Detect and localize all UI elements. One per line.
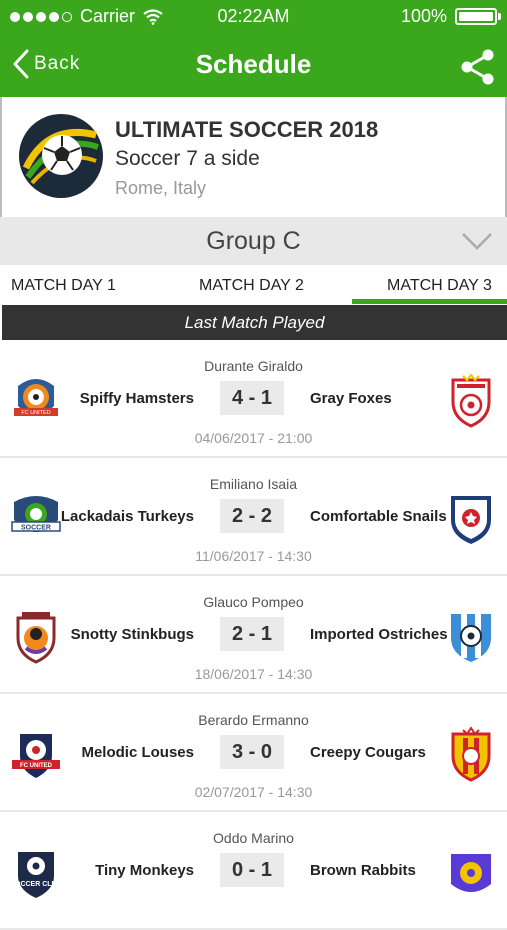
page-title: Schedule	[195, 49, 312, 79]
home-team-crest: SOCCER CLUB	[10, 852, 62, 898]
match-datetime: 18/06/2017 - 14:30	[194, 666, 313, 682]
match-day-tabs: MATCH DAY 1 MATCH DAY 2 MATCH DAY 3	[0, 265, 507, 305]
group-label: Group C	[206, 227, 301, 255]
referee-name: Berardo Ermanno	[198, 712, 309, 728]
crest-text: FC UNITED	[20, 763, 53, 769]
match-datetime: 11/06/2017 - 14:30	[195, 548, 312, 564]
match-row[interactable]: Glauco Pompeo Snotty Stinkbugs 2 - 1 Imp…	[0, 576, 507, 694]
tab-match-day-3[interactable]: MATCH DAY 3	[387, 277, 492, 295]
away-team-crest	[451, 854, 491, 892]
home-team-crest: FC UNITED	[14, 379, 58, 416]
home-team-crest: FC UNITED	[12, 734, 60, 778]
referee-name: Oddo Marino	[213, 830, 294, 846]
referee-name: Durante Giraldo	[204, 358, 303, 374]
match-row[interactable]: Emiliano Isaia SOCCER Lackadais Turkeys …	[0, 458, 507, 576]
crest-text: FC UNITED	[21, 410, 50, 416]
referee-name: Glauco Pompeo	[203, 594, 304, 610]
tab-match-day-1[interactable]: MATCH DAY 1	[11, 277, 116, 295]
away-team-name: Brown Rabbits	[310, 862, 416, 879]
match-score: 3 - 0	[220, 735, 284, 769]
away-team-name: Creepy Cougars	[310, 744, 426, 761]
battery-percent: 100%	[400, 6, 447, 26]
chevron-down-icon	[462, 233, 492, 250]
home-team-name: Snotty Stinkbugs	[70, 626, 194, 643]
home-team-name: Melodic Louses	[81, 744, 194, 761]
battery-icon	[455, 8, 501, 25]
tournament-name: ULTIMATE SOCCER 2018	[115, 117, 379, 142]
referee-name: Emiliano Isaia	[209, 476, 298, 492]
match-list: Durante Giraldo FC UNITED Spiffy Hamster…	[0, 340, 507, 930]
top-bar: Carrier 02:22AM 100% Back Schedule	[0, 0, 507, 97]
home-team-name: Tiny Monkeys	[95, 862, 194, 879]
away-team-name: Gray Foxes	[310, 390, 392, 407]
home-team-crest	[16, 612, 56, 664]
status-bar: Carrier 02:22AM 100%	[0, 0, 507, 34]
crest-text: SOCCER CLUB	[10, 881, 61, 888]
crest-text: SOCCER	[21, 525, 51, 532]
away-team-crest	[451, 614, 491, 662]
section-header: Last Match Played	[2, 305, 507, 340]
match-row[interactable]: Berardo Ermanno FC UNITED Melodic Louses…	[0, 694, 507, 812]
tournament-header: ULTIMATE SOCCER 2018 Soccer 7 a side Rom…	[0, 97, 507, 217]
nav-bar: Back Schedule	[0, 34, 507, 97]
away-team-crest	[451, 496, 491, 544]
tournament-type: Soccer 7 a side	[115, 147, 260, 170]
share-icon[interactable]	[459, 48, 497, 86]
home-team-name: Spiffy Hamsters	[79, 390, 194, 407]
match-score: 2 - 2	[220, 499, 284, 533]
away-team-name: Imported Ostriches	[310, 626, 448, 643]
match-score: 2 - 1	[220, 617, 284, 651]
match-datetime: 02/07/2017 - 14:30	[194, 784, 313, 800]
match-score: 0 - 1	[220, 853, 284, 887]
match-row[interactable]: Oddo Marino SOCCER CLUB Tiny Monkeys 0 -…	[0, 812, 507, 930]
away-team-name: Comfortable Snails	[310, 508, 447, 525]
away-team-crest	[451, 726, 491, 782]
match-datetime: 04/06/2017 - 21:00	[194, 430, 313, 446]
tab-match-day-2[interactable]: MATCH DAY 2	[199, 277, 304, 295]
tournament-location: Rome, Italy	[115, 178, 207, 198]
group-selector[interactable]: Group C	[0, 217, 507, 265]
match-score: 4 - 1	[220, 381, 284, 415]
home-team-name: Lackadais Turkeys	[60, 508, 194, 525]
away-team-crest	[451, 373, 491, 428]
active-tab-indicator	[352, 299, 507, 304]
tournament-logo	[19, 114, 103, 198]
home-team-crest: SOCCER	[11, 496, 61, 532]
match-row[interactable]: Durante Giraldo FC UNITED Spiffy Hamster…	[0, 340, 507, 458]
